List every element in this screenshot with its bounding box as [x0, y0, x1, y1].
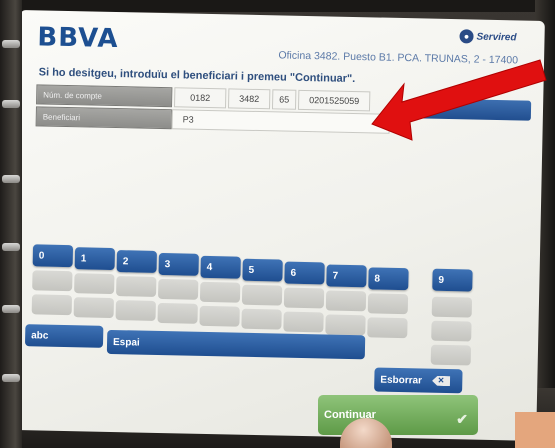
continue-button[interactable]: Continuar ✔	[318, 395, 478, 435]
letter-key[interactable]	[241, 308, 282, 330]
bezel-slat	[2, 175, 20, 183]
letter-key[interactable]	[325, 290, 367, 312]
account-entity-field[interactable]: 0182	[173, 87, 227, 109]
letter-key[interactable]	[73, 297, 114, 319]
letter-key[interactable]	[283, 311, 324, 333]
orange-corner	[515, 412, 555, 448]
atm-screen: BBVA ● Servired Oficina 3482. Puesto B1.…	[11, 10, 545, 441]
office-info: Oficina 3482. Puesto B1. PCA. TRUNAS, 2 …	[278, 49, 519, 67]
account-control-field[interactable]: 65	[271, 89, 297, 110]
bezel-slat	[2, 305, 20, 313]
account-office-field[interactable]: 3482	[227, 88, 271, 110]
letter-key[interactable]	[430, 344, 472, 366]
key-8[interactable]: 8	[368, 267, 409, 291]
letter-key[interactable]	[199, 281, 241, 303]
letter-key[interactable]	[199, 305, 240, 327]
key-0[interactable]: 0	[32, 244, 74, 268]
instruction-text: Si ho desitgeu, introduïu el beneficiari…	[38, 66, 356, 86]
bezel-slat	[2, 374, 20, 382]
beneficiary-label: Beneficiari	[35, 106, 172, 130]
backspace-icon: ✕	[432, 376, 450, 386]
letter-key[interactable]	[431, 320, 472, 342]
key-1[interactable]: 1	[74, 247, 116, 271]
highlight-tab	[415, 98, 532, 121]
letter-key[interactable]	[157, 302, 198, 324]
bezel-top	[0, 0, 555, 12]
letter-key[interactable]	[431, 296, 473, 318]
key-3[interactable]: 3	[158, 252, 199, 276]
letter-key[interactable]	[32, 270, 73, 292]
servired-icon: ●	[459, 29, 474, 44]
key-9[interactable]: 9	[432, 268, 473, 292]
letter-key[interactable]	[157, 278, 199, 300]
letter-key[interactable]	[325, 314, 366, 336]
key-2[interactable]: 2	[116, 250, 157, 273]
servired-label: Servired	[476, 31, 517, 43]
key-4[interactable]: 4	[200, 255, 241, 279]
letter-key[interactable]	[116, 276, 157, 297]
space-key[interactable]: Espai	[106, 329, 366, 360]
letter-key[interactable]	[367, 293, 409, 315]
delete-key[interactable]: Esborrar ✕	[374, 367, 463, 394]
check-icon: ✔	[456, 411, 468, 427]
key-7[interactable]: 7	[326, 264, 367, 288]
account-label: Núm. de compte	[36, 84, 173, 108]
beneficiary-field[interactable]: P3	[171, 109, 390, 134]
letter-key[interactable]	[31, 294, 73, 316]
bezel-slat	[2, 100, 20, 108]
letter-key[interactable]	[283, 287, 325, 309]
delete-label: Esborrar	[380, 374, 423, 386]
abc-key[interactable]: abc	[24, 324, 104, 348]
letter-key[interactable]	[241, 284, 283, 306]
atm-photo: BBVA ● Servired Oficina 3482. Puesto B1.…	[0, 0, 555, 448]
bbva-logo: BBVA	[37, 22, 119, 55]
bezel-slat	[2, 40, 20, 48]
letter-key[interactable]	[74, 273, 115, 295]
bezel-slat	[2, 243, 20, 251]
servired-logo: ● Servired	[459, 29, 517, 44]
letter-key[interactable]	[367, 317, 408, 339]
key-5[interactable]: 5	[242, 258, 283, 282]
key-6[interactable]: 6	[284, 261, 325, 285]
account-number-field[interactable]: 0201525059	[297, 89, 371, 112]
letter-key[interactable]	[115, 300, 156, 321]
bezel-left	[0, 0, 22, 448]
